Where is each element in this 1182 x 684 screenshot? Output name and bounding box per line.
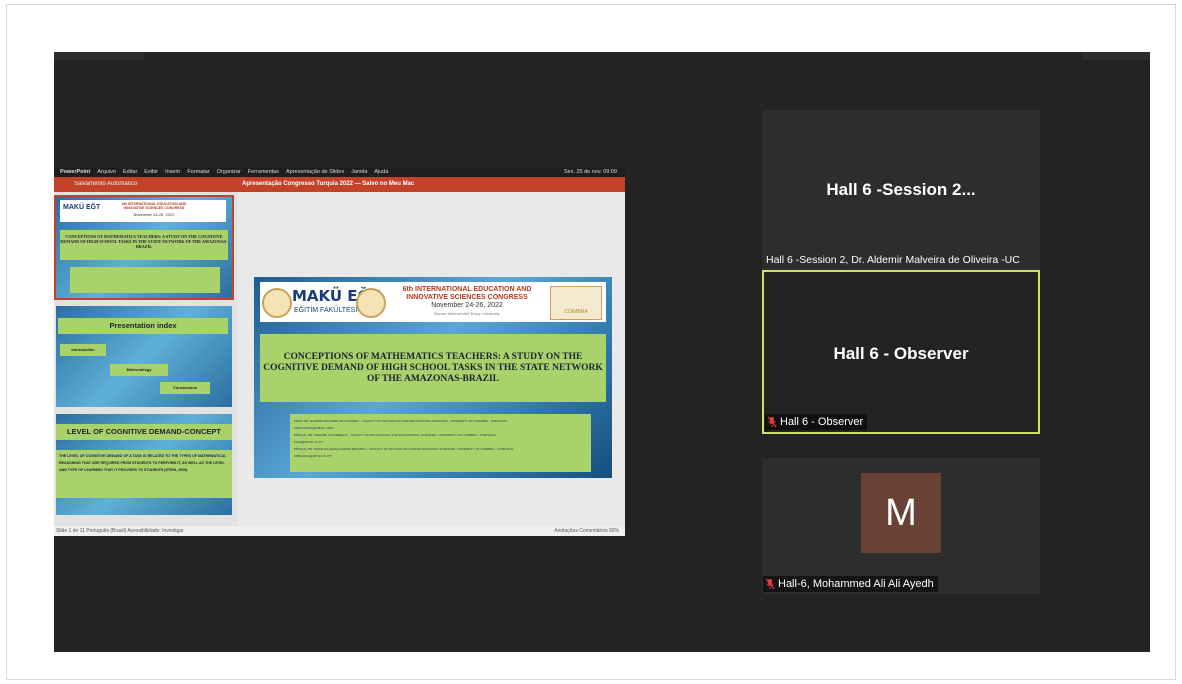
- thumb-logo: MAKÜ EĞT: [63, 204, 101, 211]
- avatar: M: [861, 473, 941, 553]
- slide-thumbnail-1[interactable]: MAKÜ EĞT 6th INTERNATIONAL EDUCATION AND…: [54, 195, 234, 300]
- mic-muted-icon: [767, 416, 777, 428]
- congress-dates: November 24-26, 2022: [431, 302, 503, 309]
- mic-muted-icon: [765, 578, 775, 590]
- menubar-clock: Sex. 25 de nov. 09:09: [563, 169, 617, 175]
- menu-ferramentas[interactable]: Ferramentas: [248, 167, 279, 177]
- congress-university: Burdur Mehmet Akif Ersoy University: [434, 311, 500, 316]
- screenshot-frame: PowerPoint Arquivo Editar Exibir Inserir…: [6, 4, 1176, 680]
- slide-thumbnail-3[interactable]: LEVEL OF COGNITIVE DEMAND-CONCEPT THE LE…: [56, 414, 232, 515]
- author-line: PROF(A). DR. MARIA DA GRAÇA AMARO BIDARR…: [294, 447, 514, 451]
- menu-exibir[interactable]: Exibir: [144, 167, 158, 177]
- top-left-label: [54, 52, 144, 60]
- seal-icon: [262, 288, 292, 318]
- participant-caption-bar: Hall-6, Mohammed Ali Ali Ayedh: [763, 576, 938, 592]
- participant-tile-observer[interactable]: Hall 6 - Observer Hall 6 - Observer: [762, 270, 1040, 434]
- maku-subtitle: EĞİTİM FAKÜLTESİ: [294, 307, 358, 314]
- participant-name: Hall 6 - Observer: [833, 344, 969, 363]
- document-title: Apresentação Congresso Turquia 2022 — Sa…: [242, 181, 415, 187]
- participant-caption: Hall 6 - Observer: [780, 416, 864, 428]
- status-left: Slide 1 de 11 Português (Brasil) Acessib…: [56, 528, 184, 534]
- author-line: PVAZ@FPCE.UC.PT²: [294, 440, 324, 444]
- menu-inserir[interactable]: Inserir: [165, 167, 180, 177]
- thumb2-title: Presentation index: [58, 318, 228, 334]
- slide-thumbnail-2[interactable]: Presentation index Introduction Methodol…: [56, 306, 232, 407]
- author-line: PROF(A). DR. PIEDADE VAZ REBELO² – FACUL…: [294, 433, 497, 437]
- thumb-authors-box: [70, 267, 220, 293]
- author-line: GBIDARRA@FPCE.UC.PT³: [294, 454, 332, 458]
- mac-menubar: PowerPoint Arquivo Editar Exibir Inserir…: [54, 167, 625, 177]
- menu-organizar[interactable]: Organizar: [217, 167, 241, 177]
- author-line: AMOLIVEIRA@GMAIL.COM ¹: [294, 426, 335, 430]
- thumb3-body: THE LEVEL OF COGNITIVE DEMAND OF A TASK …: [56, 450, 232, 498]
- coimbra-logo: COIMBRA: [550, 286, 602, 320]
- thumb2-item-2: Methodology: [110, 364, 168, 376]
- participant-caption-bar: Hall 6 - Observer: [765, 414, 868, 430]
- congress-line-2: INNOVATIVE SCIENCES CONGRESS: [406, 294, 528, 301]
- congress-line-1: 6th INTERNATIONAL EDUCATION AND: [402, 286, 532, 293]
- participant-tile-session[interactable]: Hall 6 -Session 2... Hall 6 -Session 2, …: [762, 110, 1040, 270]
- slide-title: CONCEPTIONS OF MATHEMATICS TEACHERS: A S…: [260, 334, 606, 402]
- menu-app[interactable]: PowerPoint: [60, 167, 90, 177]
- participant-caption: Hall 6 -Session 2, Dr. Aldemir Malveira …: [766, 254, 1020, 266]
- thumb2-item-3: Conclusions: [160, 382, 210, 394]
- thumb-title: CONCEPTIONS OF MATHEMATICS TEACHERS: A S…: [60, 230, 228, 260]
- ppt-statusbar: Slide 1 de 11 Português (Brasil) Acessib…: [54, 526, 625, 536]
- menu-arquivo[interactable]: Arquivo: [97, 167, 116, 177]
- slide-authors: PROF. DR. ALDEMIR MALVEIRA DE OLIVEIRA¹ …: [290, 414, 591, 472]
- thumb-header: MAKÜ EĞT 6th INTERNATIONAL EDUCATION AND…: [60, 200, 226, 222]
- thumb-dates: November 24-26, 2022: [133, 212, 175, 217]
- meeting-window: PowerPoint Arquivo Editar Exibir Inserir…: [54, 52, 1150, 652]
- author-line: PROF. DR. ALDEMIR MALVEIRA DE OLIVEIRA¹ …: [294, 419, 508, 423]
- congress-name: 6th INTERNATIONAL EDUCATION AND INNOVATI…: [382, 286, 552, 318]
- slide-thumbnails: MAKÜ EĞT 6th INTERNATIONAL EDUCATION AND…: [54, 192, 237, 526]
- ppt-workspace: MAKÜ EĞT 6th INTERNATIONAL EDUCATION AND…: [54, 192, 625, 526]
- autosave-label[interactable]: Salvamento Automático: [74, 181, 137, 187]
- menu-janela[interactable]: Janela: [351, 167, 367, 177]
- shared-screen[interactable]: PowerPoint Arquivo Editar Exibir Inserir…: [54, 167, 625, 536]
- menu-editar[interactable]: Editar: [123, 167, 137, 177]
- ppt-titlebar: Salvamento Automático Apresentação Congr…: [54, 177, 625, 192]
- current-slide[interactable]: MAKÜ EĞT EĞİTİM FAKÜLTESİ 6th INTERNATIO…: [254, 277, 612, 478]
- participant-caption: Hall-6, Mohammed Ali Ali Ayedh: [778, 578, 934, 590]
- menu-apresentacao[interactable]: Apresentação de Slides: [286, 167, 344, 177]
- status-right[interactable]: Anotações Comentários 92%: [554, 526, 619, 536]
- menu-formatar[interactable]: Formatar: [187, 167, 209, 177]
- thumb-congress: 6th INTERNATIONAL EDUCATION AND INNOVATI…: [121, 202, 187, 210]
- thumb3-title: LEVEL OF COGNITIVE DEMAND-CONCEPT: [56, 424, 232, 440]
- slide-header-banner: MAKÜ EĞT EĞİTİM FAKÜLTESİ 6th INTERNATIO…: [260, 282, 606, 322]
- participant-name: Hall 6 -Session 2...: [826, 180, 976, 199]
- menu-ajuda[interactable]: Ajuda: [374, 167, 388, 177]
- participant-tile-mohammed[interactable]: M Hall-6, Mohammed Ali Ali Ayedh: [762, 458, 1040, 594]
- thumb2-item-1: Introduction: [60, 344, 106, 356]
- top-right-label: [1082, 52, 1150, 60]
